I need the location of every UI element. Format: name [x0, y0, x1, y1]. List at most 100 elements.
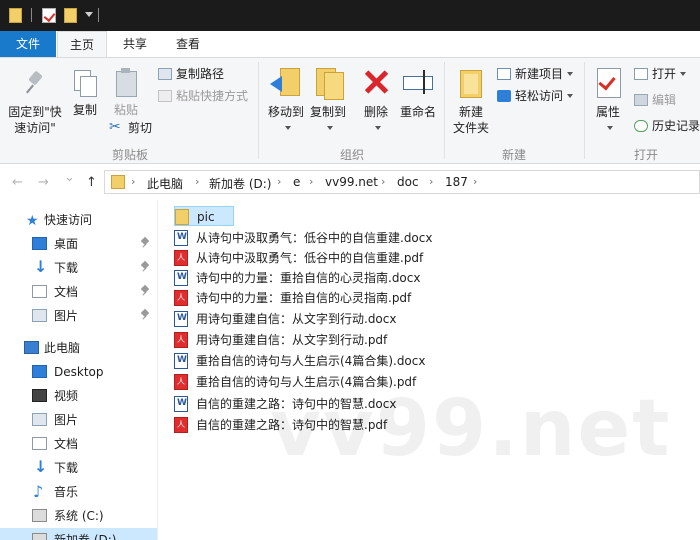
open-group-label: 打开: [633, 148, 658, 162]
nav-label: 视频: [54, 389, 79, 403]
nav-documents-pc[interactable]: 文档: [0, 432, 157, 456]
breadcrumb-vv99[interactable]: vv99.net: [325, 175, 378, 189]
pdf-icon: [174, 290, 188, 306]
drive-icon: [32, 509, 47, 522]
copy-path-button[interactable]: 复制路径: [158, 66, 224, 82]
history-label: 历史记录: [652, 119, 700, 133]
title-bar: [0, 0, 700, 31]
pin-icon[interactable]: [142, 286, 148, 296]
recent-locations-icon[interactable]: ⌄: [64, 170, 75, 185]
paste-shortcut-icon: [158, 90, 172, 102]
nav-videos[interactable]: 视频: [0, 384, 157, 408]
breadcrumb-doc[interactable]: doc: [397, 175, 419, 189]
up-arrow-icon[interactable]: ↑: [86, 175, 97, 190]
breadcrumb-this-pc[interactable]: 此电脑: [147, 175, 183, 192]
nav-drive-d[interactable]: 新加卷 (D:): [0, 528, 157, 540]
file-name: 用诗句重建自信：从文字到行动.pdf: [196, 333, 388, 347]
new-folder-icon: [456, 66, 486, 100]
easy-access-button[interactable]: 轻松访问: [497, 88, 574, 104]
properties-quick-icon[interactable]: [42, 8, 56, 23]
file-name: 诗句中的力量：重拾自信的心灵指南.pdf: [196, 291, 412, 305]
video-icon: [32, 389, 47, 402]
customize-quick-access-icon[interactable]: [85, 12, 93, 17]
pin-label-line2: 速访问": [14, 121, 56, 135]
word-doc-icon: [174, 396, 188, 412]
new-folder-label-line1: 新建: [458, 105, 483, 119]
copy-to-button[interactable]: 复制到: [306, 66, 350, 136]
open-button[interactable]: 打开: [634, 66, 687, 82]
rename-label: 重命名: [399, 105, 436, 119]
nav-music[interactable]: 音乐: [0, 480, 157, 504]
pin-icon[interactable]: [142, 310, 148, 320]
word-doc-icon: [174, 230, 188, 246]
paste-shortcut-label: 粘贴快捷方式: [176, 89, 249, 103]
back-arrow-icon[interactable]: ←: [12, 175, 23, 190]
nav-downloads-pc[interactable]: 下载: [0, 455, 157, 480]
breadcrumb-separator: ›: [429, 175, 434, 188]
edit-button[interactable]: 编辑: [634, 92, 676, 108]
nav-pictures-pc[interactable]: 图片: [0, 408, 157, 432]
copy-button[interactable]: 复制: [68, 68, 102, 118]
paste-shortcut-button[interactable]: 粘贴快捷方式: [158, 88, 248, 104]
new-folder-label-line2: 文件夹: [452, 121, 489, 135]
rename-icon: [401, 66, 435, 100]
ribbon: 固定到"快 速访问" 复制 粘贴 复制路径 粘贴快捷方式 剪切 剪贴板 移动到 …: [0, 57, 700, 164]
nav-drive-c[interactable]: 系统 (C:): [0, 504, 157, 528]
file-name: 自信的重建之路：诗句中的智慧.pdf: [196, 418, 388, 432]
list-item[interactable]: pic: [174, 206, 234, 226]
breadcrumb-drive-d[interactable]: 新加卷 (D:): [209, 175, 271, 192]
nav-label: 文档: [54, 437, 79, 451]
open-label: 打开: [652, 67, 677, 81]
file-name: 从诗句中汲取勇气：低谷中的自信重建.docx: [196, 231, 433, 245]
forward-arrow-icon[interactable]: →: [38, 175, 49, 190]
pin-icon[interactable]: [142, 238, 148, 248]
tab-share[interactable]: 共享: [110, 31, 160, 57]
delete-button[interactable]: 删除: [358, 66, 394, 136]
paste-button[interactable]: 粘贴: [108, 68, 144, 118]
address-row: ← → ⌄ ↑ › 此电脑 › 新加卷 (D:) › e › vv99.net …: [0, 164, 700, 200]
copy-label: 复制: [72, 103, 97, 117]
new-folder-button[interactable]: 新建 文件夹: [448, 66, 494, 136]
new-folder-quick-icon[interactable]: [64, 8, 77, 23]
nav-desktop-pc[interactable]: Desktop: [0, 360, 157, 384]
nav-documents[interactable]: 文档: [0, 280, 157, 304]
cut-label: 剪切: [128, 121, 153, 135]
breadcrumb-187[interactable]: 187: [445, 175, 468, 189]
file-name: pic: [197, 210, 215, 224]
move-to-button[interactable]: 移动到: [264, 66, 308, 136]
breadcrumb-separator: ›: [131, 175, 136, 188]
breadcrumb-e[interactable]: e: [293, 175, 300, 189]
nav-this-pc[interactable]: 此电脑: [0, 336, 157, 360]
nav-quick-access[interactable]: 快速访问: [0, 208, 157, 233]
open-icon: [634, 68, 648, 80]
new-item-dropdown-icon: [567, 72, 574, 76]
properties-button[interactable]: 属性: [590, 66, 626, 136]
new-item-button[interactable]: 新建项目: [497, 66, 574, 82]
download-icon: [32, 455, 47, 479]
file-name: 重拾自信的诗句与人生启示(4篇合集).docx: [196, 354, 426, 368]
breadcrumb-separator: ›: [381, 175, 386, 188]
rename-button[interactable]: 重命名: [396, 66, 440, 120]
nav-desktop[interactable]: 桌面: [0, 232, 157, 256]
open-dropdown-icon: [680, 72, 687, 76]
toolbar-divider: [31, 8, 32, 22]
history-button[interactable]: 历史记录: [634, 118, 700, 134]
nav-downloads[interactable]: 下载: [0, 255, 157, 280]
edit-label: 编辑: [652, 93, 677, 107]
tab-home[interactable]: 主页: [57, 31, 107, 58]
cut-button[interactable]: 剪切: [109, 119, 153, 136]
breadcrumb-separator: ›: [195, 175, 200, 188]
properties-label: 属性: [595, 105, 620, 119]
easy-access-dropdown-icon: [567, 94, 574, 98]
address-bar[interactable]: › 此电脑 › 新加卷 (D:) › e › vv99.net › doc › …: [104, 170, 700, 194]
pin-quick-access-button[interactable]: 固定到"快 速访问": [4, 70, 66, 136]
word-doc-icon: [174, 353, 188, 369]
tab-view[interactable]: 查看: [163, 31, 213, 57]
nav-pictures[interactable]: 图片: [0, 304, 157, 328]
move-to-icon: [270, 66, 302, 100]
pin-icon[interactable]: [142, 262, 148, 272]
copy-icon: [72, 68, 98, 98]
easy-access-label: 轻松访问: [515, 89, 564, 103]
tab-file[interactable]: 文件: [0, 31, 56, 57]
copy-path-label: 复制路径: [176, 67, 225, 81]
